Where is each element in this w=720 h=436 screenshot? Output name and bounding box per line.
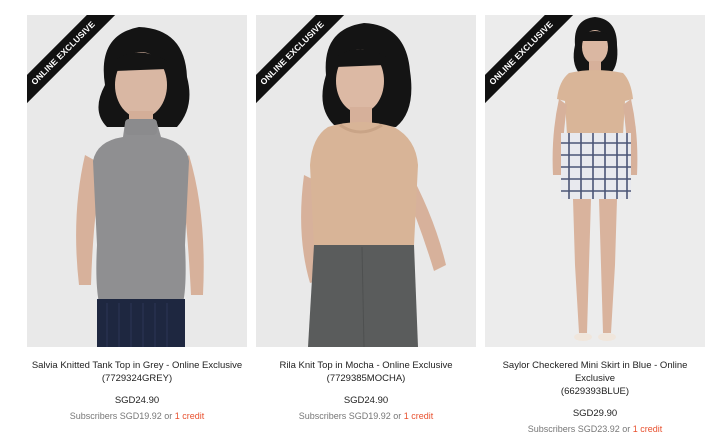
product-price: SGD24.90 <box>343 395 389 406</box>
product-sku: (7729385MOCHA) <box>326 373 406 384</box>
subscriber-price: Subscribers SGD19.92 <box>69 411 162 421</box>
product-info: Saylor Checkered Mini Skirt in Blue - On… <box>485 347 705 436</box>
product-info: Salvia Knitted Tank Top in Grey - Online… <box>27 347 247 423</box>
online-exclusive-badge: ONLINE EXCLUSIVE <box>27 15 117 105</box>
product-sku: (7729324GREY) <box>101 373 173 384</box>
product-card[interactable]: ONLINE EXCLUSIVE Rila Knit Top in Mocha … <box>256 15 476 423</box>
product-name[interactable]: Salvia Knitted Tank Top in Grey - Online… <box>27 359 247 372</box>
or-text: or <box>393 411 402 421</box>
badge-label: ONLINE EXCLUSIVE <box>256 15 346 105</box>
subscriber-price-line: Subscribers SGD19.92 or 1 credit <box>27 410 247 423</box>
product-image[interactable]: ONLINE EXCLUSIVE <box>256 15 476 347</box>
online-exclusive-badge: ONLINE EXCLUSIVE <box>485 15 575 105</box>
product-info: Rila Knit Top in Mocha - Online Exclusiv… <box>256 347 476 423</box>
product-price: SGD24.90 <box>114 395 160 406</box>
product-image[interactable]: ONLINE EXCLUSIVE <box>485 15 705 347</box>
product-name[interactable]: Rila Knit Top in Mocha - Online Exclusiv… <box>256 359 476 372</box>
or-text: or <box>622 424 631 434</box>
product-sku: (6629393BLUE) <box>560 386 630 397</box>
or-text: or <box>164 411 173 421</box>
subscriber-price-line: Subscribers SGD23.92 or 1 credit <box>485 423 705 436</box>
credit-link[interactable]: 1 credit <box>404 411 434 421</box>
subscriber-price: Subscribers SGD23.92 <box>527 424 620 434</box>
credit-link[interactable]: 1 credit <box>633 424 663 434</box>
product-price: SGD29.90 <box>572 408 618 419</box>
online-exclusive-badge: ONLINE EXCLUSIVE <box>256 15 346 105</box>
badge-label: ONLINE EXCLUSIVE <box>485 15 575 105</box>
product-card[interactable]: ONLINE EXCLUSIVE Salvia Knitted Tank Top… <box>27 15 247 423</box>
badge-label: ONLINE EXCLUSIVE <box>27 15 117 105</box>
subscriber-price-line: Subscribers SGD19.92 or 1 credit <box>256 410 476 423</box>
product-card[interactable]: ONLINE EXCLUSIVE Saylor Checkered Mini S… <box>485 15 705 436</box>
subscriber-price: Subscribers SGD19.92 <box>298 411 391 421</box>
product-image[interactable]: ONLINE EXCLUSIVE <box>27 15 247 347</box>
credit-link[interactable]: 1 credit <box>175 411 205 421</box>
product-name[interactable]: Saylor Checkered Mini Skirt in Blue - On… <box>485 359 705 385</box>
product-grid: ONLINE EXCLUSIVE Salvia Knitted Tank Top… <box>0 0 720 436</box>
